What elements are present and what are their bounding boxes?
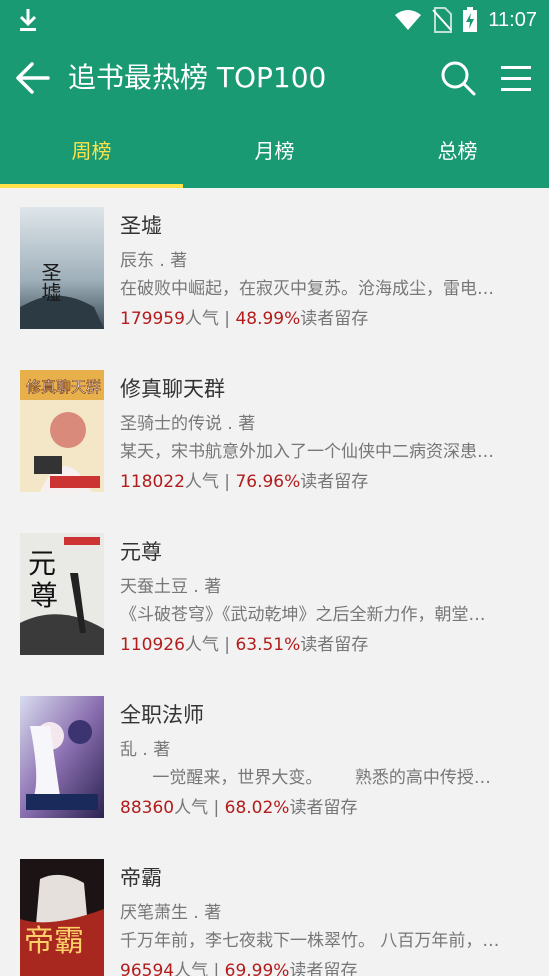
tab-weekly[interactable]: 周榜 [0, 116, 183, 188]
retention-value: 76.96% [235, 472, 301, 492]
book-cover: 帝霸 [20, 859, 104, 976]
book-title: 元尊 [120, 540, 162, 564]
popularity-value: 179959 [120, 309, 185, 329]
svg-text:圣墟: 圣墟 [38, 262, 62, 302]
retention-label: 读者留存 [289, 961, 358, 976]
book-stats: 179959人气 | 48.99%读者留存 [120, 304, 368, 329]
download-icon [19, 9, 37, 31]
stat-separator: | [218, 472, 236, 492]
popularity-value: 110926 [120, 635, 185, 655]
retention-label: 读者留存 [289, 798, 358, 818]
book-item[interactable]: 帝霸 帝霸 厌笔萧生 . 著 千万年前，李七夜栽下一株翠竹。 八百万年前，… 9… [0, 840, 549, 976]
book-stats: 110926人气 | 63.51%读者留存 [120, 630, 368, 655]
popularity-label: 人气 [184, 635, 219, 655]
popularity-value: 88360 [120, 798, 175, 818]
retention-value: 68.02% [224, 798, 290, 818]
book-author: 圣骑士的传说 . 著 [120, 414, 256, 434]
book-cover: 元 尊 [20, 533, 104, 655]
popularity-label: 人气 [174, 798, 209, 818]
page-title: 追书最热榜 TOP100 [68, 61, 327, 94]
tab-bar: 周榜 月榜 总榜 [0, 116, 549, 188]
tab-total[interactable]: 总榜 [366, 116, 549, 188]
book-description: 一觉醒来，世界大变。 熟悉的高中传授… [120, 768, 491, 788]
book-description: 在破败中崛起，在寂灭中复苏。沧海成尘，雷电… [120, 279, 494, 299]
book-description: 千万年前，李七夜栽下一株翠竹。 八百万年前，… [120, 931, 500, 951]
book-description: 某天，宋书航意外加入了一个仙侠中二病资深患… [120, 442, 494, 462]
retention-label: 读者留存 [300, 635, 369, 655]
book-title: 圣墟 [120, 214, 162, 238]
popularity-value: 96594 [120, 961, 175, 976]
book-list: 圣墟 圣墟 辰东 . 著 在破败中崛起，在寂灭中复苏。沧海成尘，雷电… 1799… [0, 188, 549, 976]
popularity-label: 人气 [184, 472, 219, 492]
stat-separator: | [218, 635, 236, 655]
book-author: 天蚕土豆 . 著 [120, 577, 222, 597]
status-bar: 11:07 [0, 0, 549, 40]
book-item[interactable]: 全职法师 乱 . 著 一觉醒来，世界大变。 熟悉的高中传授… 88360人气 |… [0, 677, 549, 840]
retention-value: 48.99% [235, 309, 301, 329]
svg-text:修真聊天群: 修真聊天群 [26, 378, 101, 396]
retention-label: 读者留存 [300, 309, 369, 329]
book-stats: 88360人气 | 68.02%读者留存 [120, 793, 357, 818]
book-cover: 修真聊天群 [20, 370, 104, 492]
retention-value: 63.51% [235, 635, 301, 655]
retention-label: 读者留存 [300, 472, 369, 492]
svg-text:元: 元 [28, 547, 56, 580]
status-time: 11:07 [488, 8, 537, 31]
book-item[interactable]: 元 尊 元尊 天蚕土豆 . 著 《斗破苍穹》《武动乾坤》之后全新力作，朝堂… 1… [0, 514, 549, 677]
book-item[interactable]: 圣墟 圣墟 辰东 . 著 在破败中崛起，在寂灭中复苏。沧海成尘，雷电… 1799… [0, 188, 549, 351]
svg-text:帝霸: 帝霸 [24, 924, 84, 959]
popularity-value: 118022 [120, 472, 185, 492]
book-title: 全职法师 [120, 703, 204, 727]
menu-icon[interactable] [496, 58, 536, 98]
book-cover [20, 696, 104, 818]
back-arrow-icon[interactable] [12, 58, 52, 98]
wifi-icon [395, 10, 422, 30]
svg-text:尊: 尊 [30, 579, 58, 612]
stat-separator: | [218, 309, 236, 329]
search-icon[interactable] [438, 58, 478, 98]
book-author: 辰东 . 著 [120, 251, 188, 271]
book-stats: 96594人气 | 69.99%读者留存 [120, 956, 357, 976]
book-cover: 圣墟 [20, 207, 104, 329]
popularity-label: 人气 [174, 961, 209, 976]
tab-monthly[interactable]: 月榜 [183, 116, 366, 188]
retention-value: 69.99% [224, 961, 290, 976]
book-stats: 118022人气 | 76.96%读者留存 [120, 467, 368, 492]
book-title: 修真聊天群 [120, 377, 225, 401]
stat-separator: | [208, 961, 225, 976]
popularity-label: 人气 [184, 309, 219, 329]
book-title: 帝霸 [120, 866, 162, 890]
app-bar: 追书最热榜 TOP100 [0, 40, 549, 116]
book-item[interactable]: 修真聊天群 修真聊天群 圣骑士的传说 . 著 某天，宋书航意外加入了一个仙侠中二… [0, 351, 549, 514]
book-author: 乱 . 著 [120, 740, 171, 760]
battery-charging-icon [463, 7, 478, 32]
no-sim-icon [432, 7, 453, 33]
book-description: 《斗破苍穹》《武动乾坤》之后全新力作，朝堂… [120, 605, 486, 625]
stat-separator: | [208, 798, 225, 818]
book-author: 厌笔萧生 . 著 [120, 903, 222, 923]
